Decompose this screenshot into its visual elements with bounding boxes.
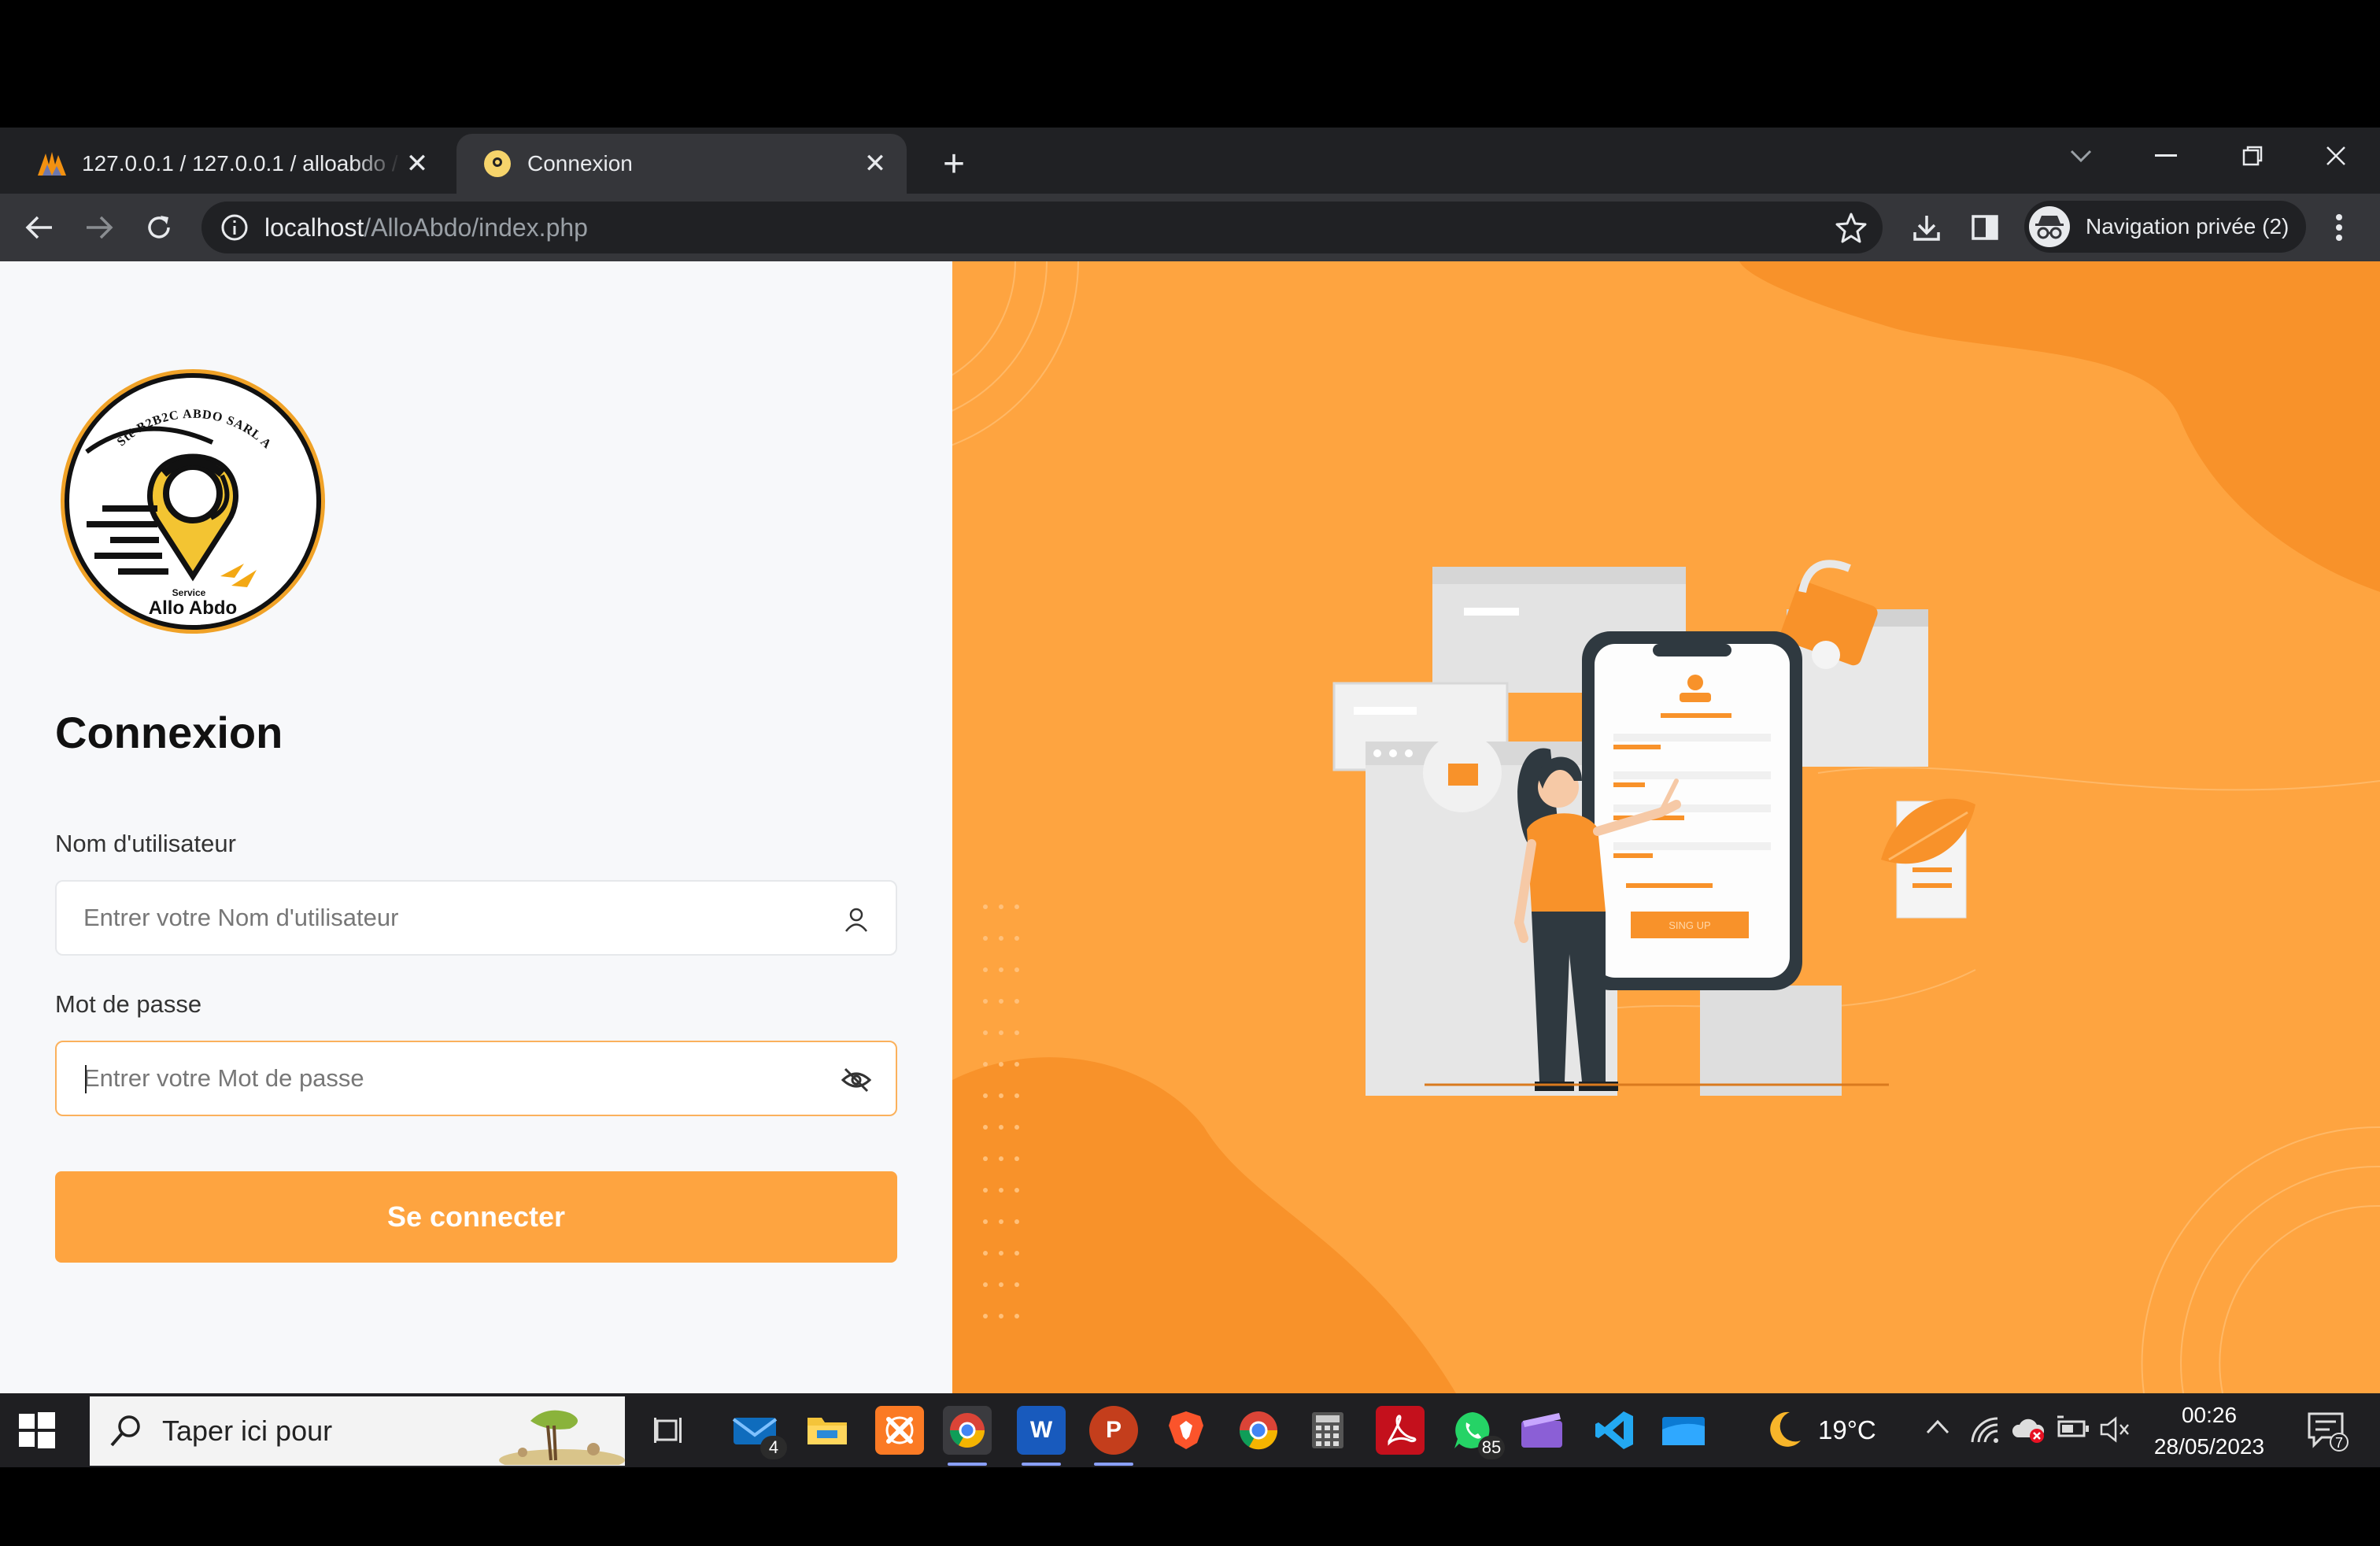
whatsapp-icon[interactable]: 85 xyxy=(1448,1406,1505,1459)
back-arrow-icon[interactable] xyxy=(17,205,61,250)
username-input[interactable] xyxy=(83,882,808,954)
wifi-icon[interactable] xyxy=(1969,1415,2001,1447)
video-editor-icon[interactable] xyxy=(1517,1406,1566,1455)
username-field[interactable] xyxy=(55,880,897,956)
login-panel: Sté B2B2C ABDO SARL AU Service Allo Abdo… xyxy=(0,261,952,1393)
search-icon xyxy=(110,1415,140,1447)
azure-data-studio-icon[interactable] xyxy=(1659,1406,1708,1455)
search-placeholder: Taper ici pour xyxy=(162,1415,333,1447)
forward-arrow-icon[interactable] xyxy=(77,205,121,250)
restore-window-icon[interactable] xyxy=(2213,128,2292,184)
tab-connexion[interactable]: Connexion ✕ xyxy=(456,134,907,194)
tab-title: Connexion xyxy=(527,151,633,176)
active-app-indicator xyxy=(948,1463,987,1466)
active-app-indicator xyxy=(1094,1463,1133,1466)
clock-time: 00:26 xyxy=(2181,1403,2238,1427)
vscode-icon[interactable] xyxy=(1590,1406,1639,1455)
login-illustration: SING UP xyxy=(952,261,2380,1393)
weather-widget[interactable]: 19°C xyxy=(1761,1409,1876,1452)
illustration-panel: SING UP xyxy=(952,261,2380,1393)
reload-icon[interactable] xyxy=(137,205,181,250)
windows-start-icon[interactable] xyxy=(17,1411,57,1450)
tab-search-chevron-icon[interactable] xyxy=(2042,128,2120,184)
site-favicon-icon xyxy=(482,148,513,179)
username-label: Nom d'utilisateur xyxy=(55,830,236,857)
svg-text:Service: Service xyxy=(172,587,206,598)
mail-app-icon[interactable]: 4 xyxy=(730,1406,787,1459)
tab-title: 127.0.0.1 / 127.0.0.1 / alloabdo / xyxy=(82,151,398,176)
eye-slash-icon[interactable] xyxy=(841,1064,872,1096)
bookmark-star-icon[interactable] xyxy=(1835,212,1867,243)
brave-browser-icon[interactable] xyxy=(1162,1406,1210,1455)
show-hidden-icons-chevron-icon[interactable] xyxy=(1922,1415,1953,1447)
login-button[interactable]: Se connecter xyxy=(55,1171,897,1263)
moon-icon xyxy=(1770,1411,1801,1447)
task-view-icon[interactable] xyxy=(645,1406,694,1455)
active-app-indicator xyxy=(1022,1463,1061,1466)
whatsapp-badge: 85 xyxy=(1478,1436,1505,1459)
close-tab-icon[interactable]: ✕ xyxy=(401,148,433,179)
allo-abdo-logo: Sté B2B2C ABDO SARL AU Service Allo Abdo xyxy=(55,364,325,634)
taskbar-search-box[interactable]: Taper ici pour xyxy=(90,1396,625,1466)
page-title: Connexion xyxy=(55,708,283,757)
url-text: localhost/AlloAbdo/index.php xyxy=(264,213,588,242)
browser-menu-icon[interactable] xyxy=(2317,205,2361,250)
illustration-signup-text: SING UP xyxy=(1669,919,1710,931)
phpmyadmin-icon xyxy=(36,148,68,179)
incognito-profile-button[interactable]: Navigation privée (2) xyxy=(2024,201,2307,253)
tab-phpmyadmin[interactable]: 127.0.0.1 / 127.0.0.1 / alloabdo / ✕ xyxy=(16,134,449,194)
acrobat-reader-icon[interactable] xyxy=(1376,1406,1425,1455)
taskbar-clock[interactable]: 00:26 28/05/2023 xyxy=(2142,1400,2276,1463)
powerpoint-app-icon[interactable]: P xyxy=(1089,1406,1138,1466)
svg-text:Allo Abdo: Allo Abdo xyxy=(149,597,237,619)
profile-label: Navigation privée (2) xyxy=(2086,214,2289,239)
download-icon[interactable] xyxy=(1905,205,1949,250)
search-highlight-tree-icon xyxy=(499,1410,625,1465)
volume-muted-icon[interactable] xyxy=(2098,1415,2130,1447)
chrome-incognito-taskbar-icon[interactable] xyxy=(943,1406,992,1466)
notification-count: 7 xyxy=(2335,1435,2343,1451)
close-window-icon[interactable] xyxy=(2297,128,2375,184)
browser-tab-strip: 127.0.0.1 / 127.0.0.1 / alloabdo / ✕ Con… xyxy=(0,128,2380,194)
address-bar[interactable]: localhost/AlloAbdo/index.php xyxy=(201,202,1883,253)
site-info-icon[interactable] xyxy=(219,212,250,243)
page-content: Sté B2B2C ABDO SARL AU Service Allo Abdo… xyxy=(0,261,2380,1393)
user-icon xyxy=(845,908,867,932)
battery-icon[interactable] xyxy=(2056,1415,2089,1447)
password-label: Mot de passe xyxy=(55,990,202,1018)
word-app-icon[interactable]: W xyxy=(1017,1406,1066,1466)
minimize-window-icon[interactable] xyxy=(2127,128,2205,184)
notification-center-icon[interactable]: 7 xyxy=(2306,1409,2349,1452)
close-tab-icon[interactable]: ✕ xyxy=(859,148,891,179)
password-field[interactable] xyxy=(55,1041,897,1116)
xampp-icon[interactable] xyxy=(875,1406,924,1455)
password-input[interactable] xyxy=(83,1042,808,1115)
text-caret xyxy=(85,1065,87,1093)
new-tab-button[interactable]: + xyxy=(929,139,979,189)
clock-date: 28/05/2023 xyxy=(2153,1434,2265,1459)
browser-toolbar: localhost/AlloAbdo/index.php Navigation … xyxy=(0,194,2380,261)
chrome-app-icon[interactable] xyxy=(1234,1406,1283,1455)
windows-taskbar: Taper ici pour 4 W P 85 19°C 00:26 28/05… xyxy=(0,1393,2380,1467)
mail-badge: 4 xyxy=(760,1436,787,1459)
side-panel-icon[interactable] xyxy=(1963,205,2007,250)
incognito-icon xyxy=(2029,206,2070,247)
temperature: 19°C xyxy=(1818,1415,1876,1444)
file-explorer-icon[interactable] xyxy=(803,1406,852,1455)
onedrive-error-icon[interactable] xyxy=(2012,1415,2045,1447)
calculator-icon[interactable] xyxy=(1303,1406,1352,1455)
